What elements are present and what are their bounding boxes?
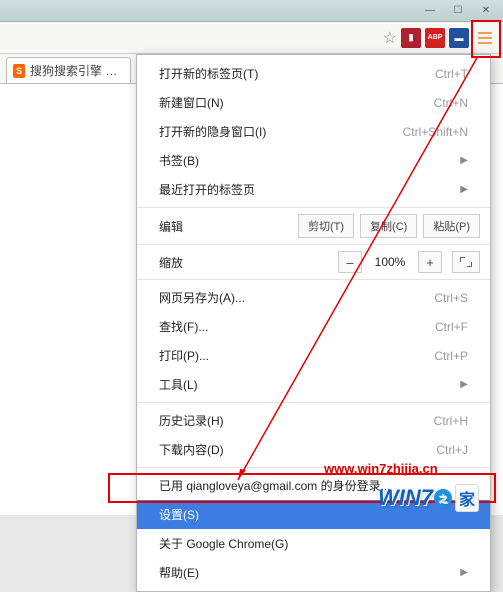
menu-new-tab[interactable]: 打开新的标签页(T) Ctrl+T — [137, 59, 490, 88]
menu-cut-button[interactable]: 剪切(T) — [298, 214, 354, 238]
menu-paste-button[interactable]: 粘贴(P) — [423, 214, 480, 238]
annotation-url-text: www.win7zhijia.cn — [324, 461, 438, 476]
menu-zoom-label: 缩放 — [159, 254, 332, 271]
window-minimize-button[interactable]: — — [417, 3, 443, 19]
menu-save-as[interactable]: 网页另存为(A)... Ctrl+S — [137, 283, 490, 312]
extension-icon-3[interactable]: ▬ — [449, 28, 469, 48]
menu-incognito[interactable]: 打开新的隐身窗口(I) Ctrl+Shift+N — [137, 117, 490, 146]
chevron-right-icon: ▶ — [460, 184, 468, 195]
window-maximize-button[interactable]: ☐ — [445, 3, 471, 19]
extension-icon-1[interactable]: ▮ — [401, 28, 421, 48]
chevron-right-icon: ▶ — [460, 379, 468, 390]
logo-dot-icon: 之 — [434, 489, 452, 507]
menu-edit-label: 编辑 — [159, 218, 292, 235]
extension-abp-icon[interactable]: ABP — [425, 28, 445, 48]
zoom-value: 100% — [368, 255, 412, 269]
browser-toolbar: ☆ ▮ ABP ▬ — [0, 22, 503, 54]
menu-copy-button[interactable]: 复制(C) — [360, 214, 417, 238]
menu-print[interactable]: 打印(P)... Ctrl+P — [137, 341, 490, 370]
fullscreen-icon — [460, 257, 472, 267]
chevron-right-icon: ▶ — [460, 155, 468, 166]
menu-downloads[interactable]: 下载内容(D) Ctrl+J — [137, 435, 490, 464]
menu-tools[interactable]: 工具(L) ▶ — [137, 370, 490, 399]
chrome-menu-button[interactable] — [473, 26, 497, 50]
tab-title: 搜狗搜索引擎 - 上... — [30, 62, 120, 79]
menu-recent-tabs[interactable]: 最近打开的标签页 ▶ — [137, 175, 490, 204]
menu-history[interactable]: 历史记录(H) Ctrl+H — [137, 406, 490, 435]
menu-separator — [137, 279, 490, 280]
annotation-win7-logo: WIN7之家 — [378, 484, 479, 512]
menu-zoom-row: 缩放 – 100% + — [137, 248, 490, 276]
fullscreen-button[interactable] — [452, 251, 480, 273]
tab-favicon: S — [13, 64, 25, 78]
menu-edit-row: 编辑 剪切(T) 复制(C) 粘贴(P) — [137, 211, 490, 241]
menu-about-chrome[interactable]: 关于 Google Chrome(G) — [137, 529, 490, 558]
menu-separator — [137, 207, 490, 208]
chevron-right-icon: ▶ — [460, 567, 468, 578]
menu-separator — [137, 402, 490, 403]
window-titlebar: — ☐ ✕ — [0, 0, 503, 22]
zoom-out-button[interactable]: – — [338, 251, 362, 273]
menu-bookmarks[interactable]: 书签(B) ▶ — [137, 146, 490, 175]
menu-find[interactable]: 查找(F)... Ctrl+F — [137, 312, 490, 341]
bookmark-star-icon[interactable]: ☆ — [383, 28, 397, 48]
window-close-button[interactable]: ✕ — [473, 3, 499, 19]
menu-new-window[interactable]: 新建窗口(N) Ctrl+N — [137, 88, 490, 117]
menu-separator — [137, 244, 490, 245]
zoom-in-button[interactable]: + — [418, 251, 442, 273]
browser-tab[interactable]: S 搜狗搜索引擎 - 上... — [6, 57, 131, 83]
menu-help[interactable]: 帮助(E) ▶ — [137, 558, 490, 587]
